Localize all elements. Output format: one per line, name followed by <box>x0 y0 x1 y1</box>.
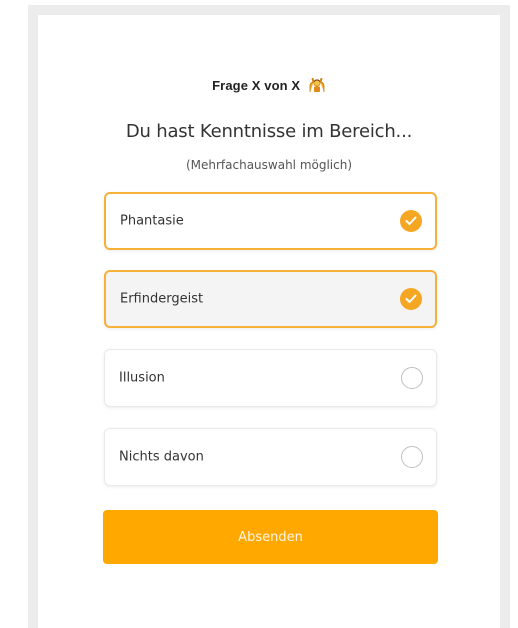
option-erfindergeist[interactable]: Erfindergeist <box>104 270 437 328</box>
empty-circle-icon <box>401 446 423 468</box>
submit-button[interactable]: Absenden <box>103 510 438 564</box>
option-phantasie[interactable]: Phantasie <box>104 192 437 250</box>
option-label: Nichts davon <box>119 449 204 465</box>
option-label: Phantasie <box>120 213 184 229</box>
option-illusion[interactable]: Illusion <box>104 349 437 407</box>
empty-circle-icon <box>401 367 423 389</box>
option-label: Illusion <box>119 370 165 386</box>
page-frame: Frage X von X Du hast Kenntnisse im Bere… <box>28 5 510 628</box>
check-circle-icon <box>400 288 422 310</box>
option-label: Erfindergeist <box>120 291 204 307</box>
question-title: Du hast Kenntnisse im Bereich... <box>125 121 413 142</box>
question-counter: Frage X von X <box>38 77 500 93</box>
question-card: Frage X von X Du hast Kenntnisse im Bere… <box>38 15 500 628</box>
person-gesturing-icon <box>308 77 326 93</box>
option-nichts-davon[interactable]: Nichts davon <box>104 428 437 486</box>
check-circle-icon <box>400 210 422 232</box>
question-counter-text: Frage X von X <box>212 78 301 93</box>
question-hint: (Mehrfachauswahl möglich) <box>185 158 353 172</box>
